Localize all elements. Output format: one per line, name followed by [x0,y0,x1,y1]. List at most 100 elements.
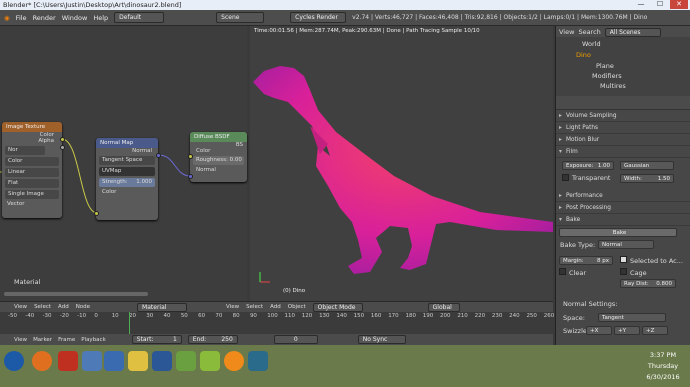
cage-checkbox[interactable] [620,268,627,275]
socket-color-in[interactable] [94,211,99,216]
outliner-item-dino[interactable]: Dino [556,51,690,59]
material-select[interactable]: Material [137,302,188,312]
image-texture-node[interactable]: Image Texture Color Alpha Nor Color Line… [2,122,62,218]
menu-window[interactable]: Window [62,14,88,22]
space-select[interactable]: Tangent Space [99,156,155,165]
filter-width-field[interactable]: Width: 1.50 [620,174,674,183]
material-label: Material [14,278,41,286]
mode-select[interactable]: Object Mode [312,302,363,312]
outliner-item-world[interactable]: World [556,40,690,48]
bake-panel-body: Bake Bake Type: Normal Margin: 8 px Selec… [556,226,690,345]
panel-performance[interactable]: Performance [556,190,690,202]
firefox-icon[interactable] [32,351,52,371]
view3d-menu-add[interactable]: Add [270,304,281,310]
panel-motion-blur[interactable]: Motion Blur [556,134,690,146]
color-space-select[interactable]: Color [5,157,59,166]
render-engine-select[interactable]: Cycles Render [290,12,347,23]
scene-select[interactable]: Scene [216,12,265,23]
timeline-menu-frame[interactable]: Frame [58,337,75,343]
node-menu-add[interactable]: Add [58,304,69,310]
orientation-select[interactable]: Global [427,302,460,312]
sync-select[interactable]: No Sync [357,335,406,344]
menu-render[interactable]: Render [33,14,56,22]
timeline[interactable]: -50 -40 -30 -20 -10 0 10 20 30 40 50 60 70 80 90 100 110… [0,312,554,334]
word-icon[interactable] [152,351,172,371]
horizontal-scrollbar[interactable] [4,292,148,296]
limebox-icon[interactable] [200,351,220,371]
swizzle-b-select[interactable]: +Z [642,326,668,335]
diffuse-bsdf-node[interactable]: Diffuse BSDF BS Color Roughness: 0.00 No… [190,132,247,182]
outliner[interactable]: View Search All Scenes World Dino Plane … [555,26,690,96]
panel-bake[interactable]: Bake [556,214,690,226]
menu-help[interactable]: Help [93,14,108,22]
minimize-button[interactable]: — [632,0,650,9]
normal-map-node[interactable]: Normal Map Normal Tangent Space UVMap St… [96,138,158,220]
outliner-item-modifiers[interactable]: Modifiers [556,72,690,80]
current-frame-marker[interactable] [129,312,130,334]
image-select[interactable]: Nor [5,146,45,155]
socket-normal-out[interactable] [156,153,161,158]
socket-color-in[interactable] [188,154,193,159]
panel-film[interactable]: Film [556,146,690,158]
bake-button[interactable]: Bake [559,228,677,237]
outliner-menu-search[interactable]: Search [578,28,600,36]
normal-space-select[interactable]: Tangent [598,313,666,322]
system-clock[interactable]: 3:37 PM Thursday 6/30/2016 [640,350,686,383]
ray-distance-field[interactable]: Ray Dist: 0.800 [620,279,676,288]
view3d-menu-object[interactable]: Object [288,304,306,310]
extension-select[interactable]: Single Image [5,190,59,199]
menu-file[interactable]: File [16,14,27,22]
filter-type-select[interactable]: Gaussian [620,161,674,170]
bake-type-select[interactable]: Normal [598,240,654,249]
margin-field[interactable]: Margin: 8 px [559,256,613,265]
end-frame-field[interactable]: End: 250 [187,335,238,344]
projection-select[interactable]: Flat [5,179,59,188]
explorer-icon[interactable] [104,351,124,371]
uvmap-select[interactable]: UVMap [99,167,155,176]
swizzle-g-select[interactable]: +Y [614,326,640,335]
socket-alpha[interactable] [60,145,65,150]
exposure-field[interactable]: Exposure: 1.00 [562,161,614,170]
folder-icon[interactable] [128,351,148,371]
current-frame-field[interactable]: 0 [273,335,318,344]
node-menu-select[interactable]: Select [34,304,51,310]
start-frame-field[interactable]: Start: 1 [131,335,182,344]
interpolation-select[interactable]: Linear [5,168,59,177]
properties-tabs[interactable] [556,96,690,110]
layout-select[interactable]: Default [114,12,165,23]
node-menu-node[interactable]: Node [76,304,90,310]
blender-logo-icon[interactable]: ◉ [4,14,10,22]
view3d-menu-view[interactable]: View [226,304,239,310]
transparent-checkbox[interactable] [562,174,569,181]
clear-checkbox[interactable] [559,268,566,275]
file-manager-icon[interactable] [82,351,102,371]
outliner-menu-view[interactable]: View [559,28,574,36]
maximize-button[interactable]: ☐ [651,0,669,9]
3d-viewport[interactable] [250,26,553,301]
ps-app-icon[interactable] [248,351,268,371]
swizzle-r-select[interactable]: +X [586,326,612,335]
start-button-icon[interactable] [4,351,24,371]
green-app-icon[interactable] [176,351,196,371]
panel-light-paths[interactable]: Light Paths [556,122,690,134]
node-menu-view[interactable]: View [14,304,27,310]
outliner-item-plane[interactable]: Plane [556,62,690,70]
properties-editor[interactable]: Volume Sampling Light Paths Motion Blur … [555,96,690,345]
blender-icon[interactable] [224,351,244,371]
strength-field[interactable]: Strength: 1.000 [99,178,155,187]
roughness-field[interactable]: Roughness: 0.00 [193,156,244,165]
close-button[interactable]: ✕ [670,0,688,9]
panel-post-processing[interactable]: Post Processing [556,202,690,214]
timeline-menu-view[interactable]: View [14,337,27,343]
outliner-item-multires[interactable]: Multires [556,82,690,90]
node-editor[interactable]: Image Texture Color Alpha Nor Color Line… [0,26,247,301]
timeline-menu-marker[interactable]: Marker [33,337,52,343]
selected-to-active-checkbox[interactable] [620,256,627,263]
timeline-menu-playback[interactable]: Playback [81,337,106,343]
socket-normal-in[interactable] [188,174,193,179]
view3d-menu-select[interactable]: Select [246,304,263,310]
opera-icon[interactable] [58,351,78,371]
panel-volume-sampling[interactable]: Volume Sampling [556,110,690,122]
socket-color[interactable] [60,137,65,142]
outliner-filter-select[interactable]: All Scenes [604,28,661,37]
